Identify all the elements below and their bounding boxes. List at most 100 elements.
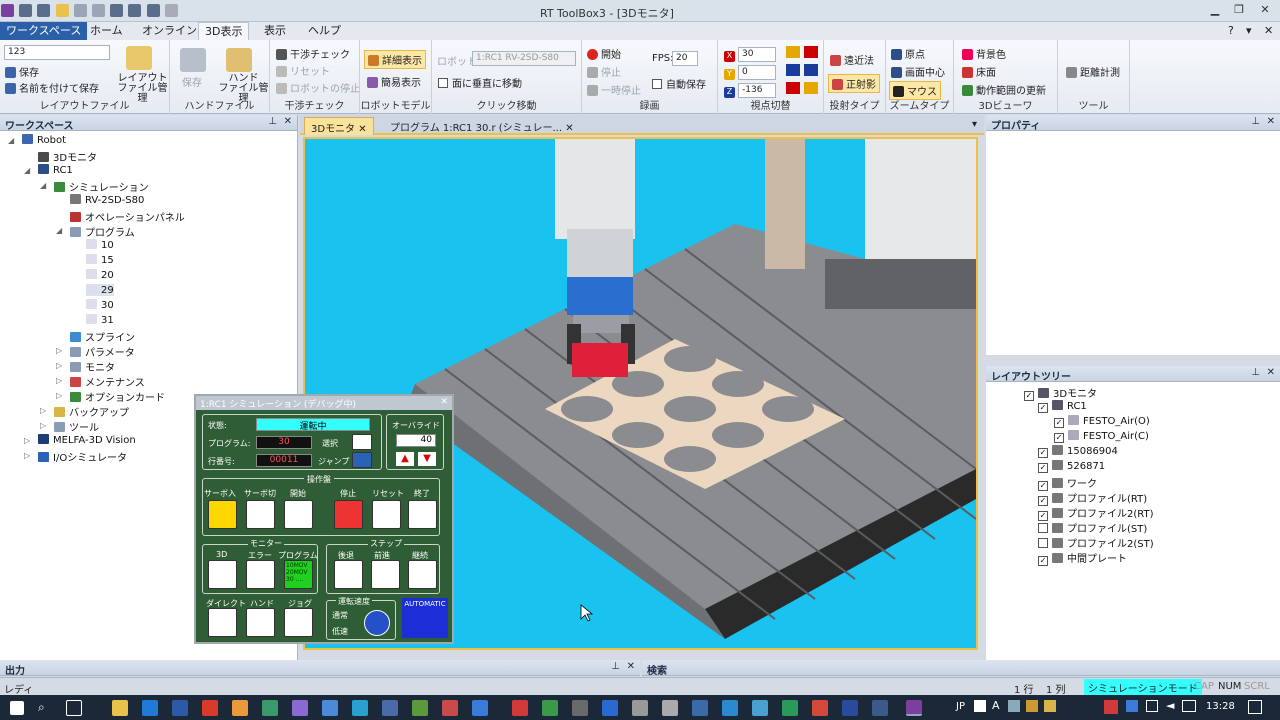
tree-item-melfa-vision[interactable]: MELFA-3D Vision	[38, 434, 136, 446]
tree-item-op-panel[interactable]: オペレーションパネル	[70, 209, 185, 224]
floor-button[interactable]: 床面	[962, 64, 996, 79]
save-quick-icon[interactable]	[19, 4, 33, 17]
error-button[interactable]	[246, 560, 275, 589]
app-icon-13[interactable]	[602, 700, 618, 716]
dropdown-icon[interactable]	[164, 4, 178, 17]
expand-icon[interactable]: ◢	[40, 181, 46, 190]
display-icon[interactable]	[1182, 700, 1196, 712]
app-icon-16[interactable]	[692, 700, 708, 716]
tree-item-simulation[interactable]: シミュレーション	[54, 179, 149, 194]
layout-tree-item[interactable]: ✓ 3Dモニタ	[1024, 385, 1097, 401]
app-icon-9[interactable]	[472, 700, 488, 716]
app-icon-21[interactable]	[842, 700, 858, 716]
tab-help[interactable]: ヘルプ	[302, 22, 347, 40]
robot-stop-button[interactable]: ロボットの停止	[276, 80, 360, 95]
ime-mode-icon[interactable]: A	[992, 699, 1000, 712]
orthographic-button[interactable]: 正射影	[828, 74, 880, 93]
layout-tree-item[interactable]: ✓ ワーク	[1038, 475, 1097, 491]
app-icon-19[interactable]	[782, 700, 798, 716]
tree-item-option-card[interactable]: オプションカード	[70, 389, 165, 404]
close-icon[interactable]: ✕	[627, 661, 635, 672]
pin-icon[interactable]: ⊥	[1251, 367, 1260, 378]
notification-icon[interactable]	[1248, 700, 1262, 714]
expand-icon[interactable]: ◢	[56, 226, 62, 235]
tab-3d-view[interactable]: 3D表示	[198, 22, 250, 40]
start-button[interactable]	[284, 500, 313, 529]
zoom-origin-button[interactable]: 原点	[891, 46, 925, 61]
view-z-field[interactable]: Z -136	[724, 83, 776, 98]
rt-toolbox-taskbar-icon[interactable]	[906, 700, 922, 716]
tree-item-prog-20[interactable]: 20	[86, 269, 114, 281]
outlook-icon[interactable]	[172, 700, 188, 716]
layout-save-button[interactable]: 保存	[5, 64, 39, 79]
servo-on-button[interactable]	[208, 500, 237, 529]
app-icon-7[interactable]	[412, 700, 428, 716]
app-icon-4[interactable]	[322, 700, 338, 716]
detail-view-button[interactable]: 詳細表示	[364, 50, 426, 69]
start-windows-icon[interactable]	[10, 701, 24, 715]
checkbox-checked-icon[interactable]: ✓	[1038, 403, 1048, 413]
minimize-button[interactable]: ▁	[1206, 3, 1224, 17]
checkbox-checked-icon[interactable]: ✓	[1038, 448, 1048, 458]
explorer-icon[interactable]	[112, 700, 128, 716]
doc-tab-program[interactable]: プログラム 1:RC1 30.r (シミュレー... ✕	[384, 117, 580, 135]
layout-tree-item[interactable]: ✓ 526871	[1038, 460, 1105, 473]
view-preset-4-icon[interactable]	[804, 64, 818, 76]
view-preset-6-icon[interactable]	[804, 82, 818, 94]
pin-icon[interactable]: ⊥	[268, 116, 277, 127]
help-icon[interactable]: ?	[1222, 22, 1240, 40]
expand-icon[interactable]: ◢	[24, 166, 30, 175]
override-up-button[interactable]: ▲	[396, 452, 414, 466]
simple-view-button[interactable]: 簡易表示	[367, 74, 421, 89]
expand-icon[interactable]: ▷	[56, 376, 62, 385]
app-icon-8[interactable]	[442, 700, 458, 716]
app-icon-18[interactable]	[752, 700, 768, 716]
ribbon-close-icon[interactable]: ✕	[1258, 22, 1279, 40]
view-x-field[interactable]: X 30	[724, 47, 776, 62]
expand-icon[interactable]: ▷	[24, 451, 30, 460]
expand-icon[interactable]: ▷	[56, 361, 62, 370]
tree-item-backup[interactable]: バックアップ	[54, 404, 129, 419]
expand-icon[interactable]: ▷	[40, 406, 46, 415]
network-icon[interactable]	[1146, 700, 1158, 712]
ribbon-minimize-icon[interactable]: ▾	[1240, 22, 1258, 40]
pin-icon[interactable]: ⊥	[1251, 116, 1260, 127]
servo-off-button[interactable]	[246, 500, 275, 529]
checkbox-unchecked-icon[interactable]	[1038, 538, 1048, 548]
tab-view[interactable]: 表示	[258, 22, 292, 40]
close-icon[interactable]: ✕	[565, 123, 573, 134]
layout-tree-item[interactable]: プロファイル(ST)	[1038, 520, 1147, 535]
robot-select[interactable]: 1:RC1 RV-2SD-S80	[472, 51, 576, 66]
checkbox-unchecked-icon[interactable]	[1038, 523, 1048, 533]
checkbox-checked-icon[interactable]: ✓	[1054, 418, 1064, 428]
record-stop-button[interactable]: 停止	[587, 64, 621, 79]
layout-tree-item[interactable]: ✓ プロファイル(RT)	[1038, 490, 1147, 506]
app-icon-15[interactable]	[662, 700, 678, 716]
tree-item-maintenance[interactable]: メンテナンス	[70, 374, 145, 389]
layout-tree-item[interactable]: ✓ 15086904	[1038, 445, 1118, 458]
pin-icon[interactable]: ⊥	[611, 661, 620, 672]
speed-dial[interactable]	[364, 610, 390, 636]
tree-item-io-simulator[interactable]: I/Oシミュレータ	[38, 449, 127, 464]
tray-icon-4[interactable]	[1044, 700, 1056, 712]
continue-button[interactable]	[408, 560, 437, 589]
close-icon[interactable]: ✕	[1267, 367, 1275, 378]
app-icon-22[interactable]	[872, 700, 888, 716]
app-icon-6[interactable]	[382, 700, 398, 716]
maximize-button[interactable]: ❐	[1230, 3, 1248, 17]
doc-tab-3d-monitor[interactable]: 3Dモニタ ✕	[304, 117, 374, 135]
distance-measure-button[interactable]: 距離計測	[1066, 64, 1120, 79]
view-preset-5-icon[interactable]	[786, 82, 800, 94]
layout-tree-item[interactable]: ✓ RC1	[1038, 400, 1087, 413]
tree-item-monitor[interactable]: モニタ	[70, 359, 115, 374]
record-pause-button[interactable]: 一時停止	[587, 82, 641, 97]
close-icon[interactable]: ✕	[440, 397, 448, 407]
end-button[interactable]	[408, 500, 437, 529]
ime-indicator[interactable]: JP	[956, 701, 965, 712]
layout-tree-item[interactable]: ✓ プロファイル2(RT)	[1038, 505, 1154, 521]
app-icon-10[interactable]	[512, 700, 528, 716]
layout-tree-item[interactable]: ✓ FESTO_Air(O)	[1054, 415, 1150, 428]
tree-item-spline[interactable]: スプライン	[70, 329, 135, 344]
tree-item-program[interactable]: プログラム	[70, 224, 135, 239]
tree-item-prog-29[interactable]: 29	[86, 284, 114, 296]
